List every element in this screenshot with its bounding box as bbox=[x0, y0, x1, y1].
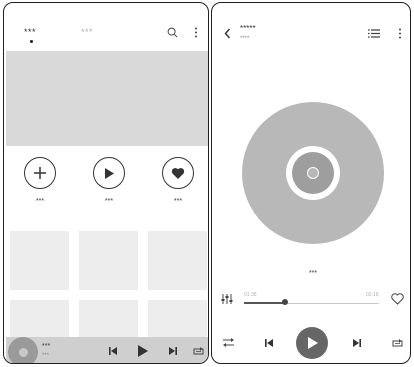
album-tile[interactable] bbox=[79, 231, 138, 290]
shuffle-icon[interactable] bbox=[223, 338, 234, 347]
song-title: ***** bbox=[240, 24, 256, 33]
progress-fill bbox=[244, 302, 285, 304]
album-tile[interactable] bbox=[148, 300, 207, 337]
add-button[interactable] bbox=[24, 157, 56, 189]
next-icon[interactable] bbox=[168, 346, 178, 356]
tab-secondary[interactable]: *** bbox=[81, 27, 93, 37]
favorite-button[interactable] bbox=[162, 157, 194, 189]
mini-track-title: *** bbox=[42, 343, 51, 350]
play-icon bbox=[103, 167, 115, 180]
search-icon[interactable] bbox=[167, 27, 178, 38]
active-tab-indicator bbox=[30, 40, 33, 43]
tab-primary-label: *** bbox=[24, 27, 37, 37]
play-button[interactable] bbox=[296, 327, 328, 359]
previous-icon[interactable] bbox=[108, 346, 118, 356]
play-button[interactable] bbox=[93, 157, 125, 189]
play-label: *** bbox=[104, 198, 114, 205]
plus-icon bbox=[33, 166, 47, 180]
tab-secondary-label: *** bbox=[81, 27, 94, 37]
album-tile[interactable] bbox=[10, 231, 69, 290]
album-tile[interactable] bbox=[79, 300, 138, 337]
mini-player[interactable]: *** *** bbox=[6, 337, 208, 363]
player-screen: ***** **** *** 01:38 02:18 bbox=[211, 2, 411, 364]
play-icon[interactable] bbox=[137, 344, 149, 358]
album-tile[interactable] bbox=[10, 300, 69, 337]
more-vertical-icon[interactable] bbox=[194, 27, 198, 38]
repeat-icon[interactable] bbox=[392, 339, 403, 348]
album-disc bbox=[242, 102, 384, 244]
mini-album-art bbox=[8, 337, 38, 363]
previous-icon[interactable] bbox=[264, 338, 274, 348]
featured-banner[interactable] bbox=[6, 51, 208, 146]
heart-icon bbox=[171, 167, 185, 180]
mini-track-subtitle: *** bbox=[42, 353, 50, 359]
album-tile[interactable] bbox=[148, 231, 207, 290]
artist-name: **** bbox=[240, 36, 250, 42]
favorite-label: *** bbox=[173, 198, 183, 205]
back-icon[interactable] bbox=[224, 28, 231, 39]
track-label: *** bbox=[308, 270, 318, 277]
playlist-icon[interactable] bbox=[368, 29, 380, 38]
tab-primary[interactable]: *** bbox=[24, 27, 36, 37]
heart-outline-icon[interactable] bbox=[391, 293, 404, 305]
more-vertical-icon[interactable] bbox=[398, 28, 402, 39]
progress-thumb[interactable] bbox=[282, 299, 288, 305]
equalizer-icon[interactable] bbox=[221, 293, 233, 305]
elapsed-time: 01:38 bbox=[244, 292, 257, 298]
total-time: 02:18 bbox=[366, 292, 379, 298]
next-icon[interactable] bbox=[352, 338, 362, 348]
home-screen: *** *** *** *** *** *** *** bbox=[3, 2, 209, 364]
repeat-icon[interactable] bbox=[193, 347, 204, 356]
add-label: *** bbox=[35, 198, 45, 205]
play-icon bbox=[306, 336, 319, 350]
